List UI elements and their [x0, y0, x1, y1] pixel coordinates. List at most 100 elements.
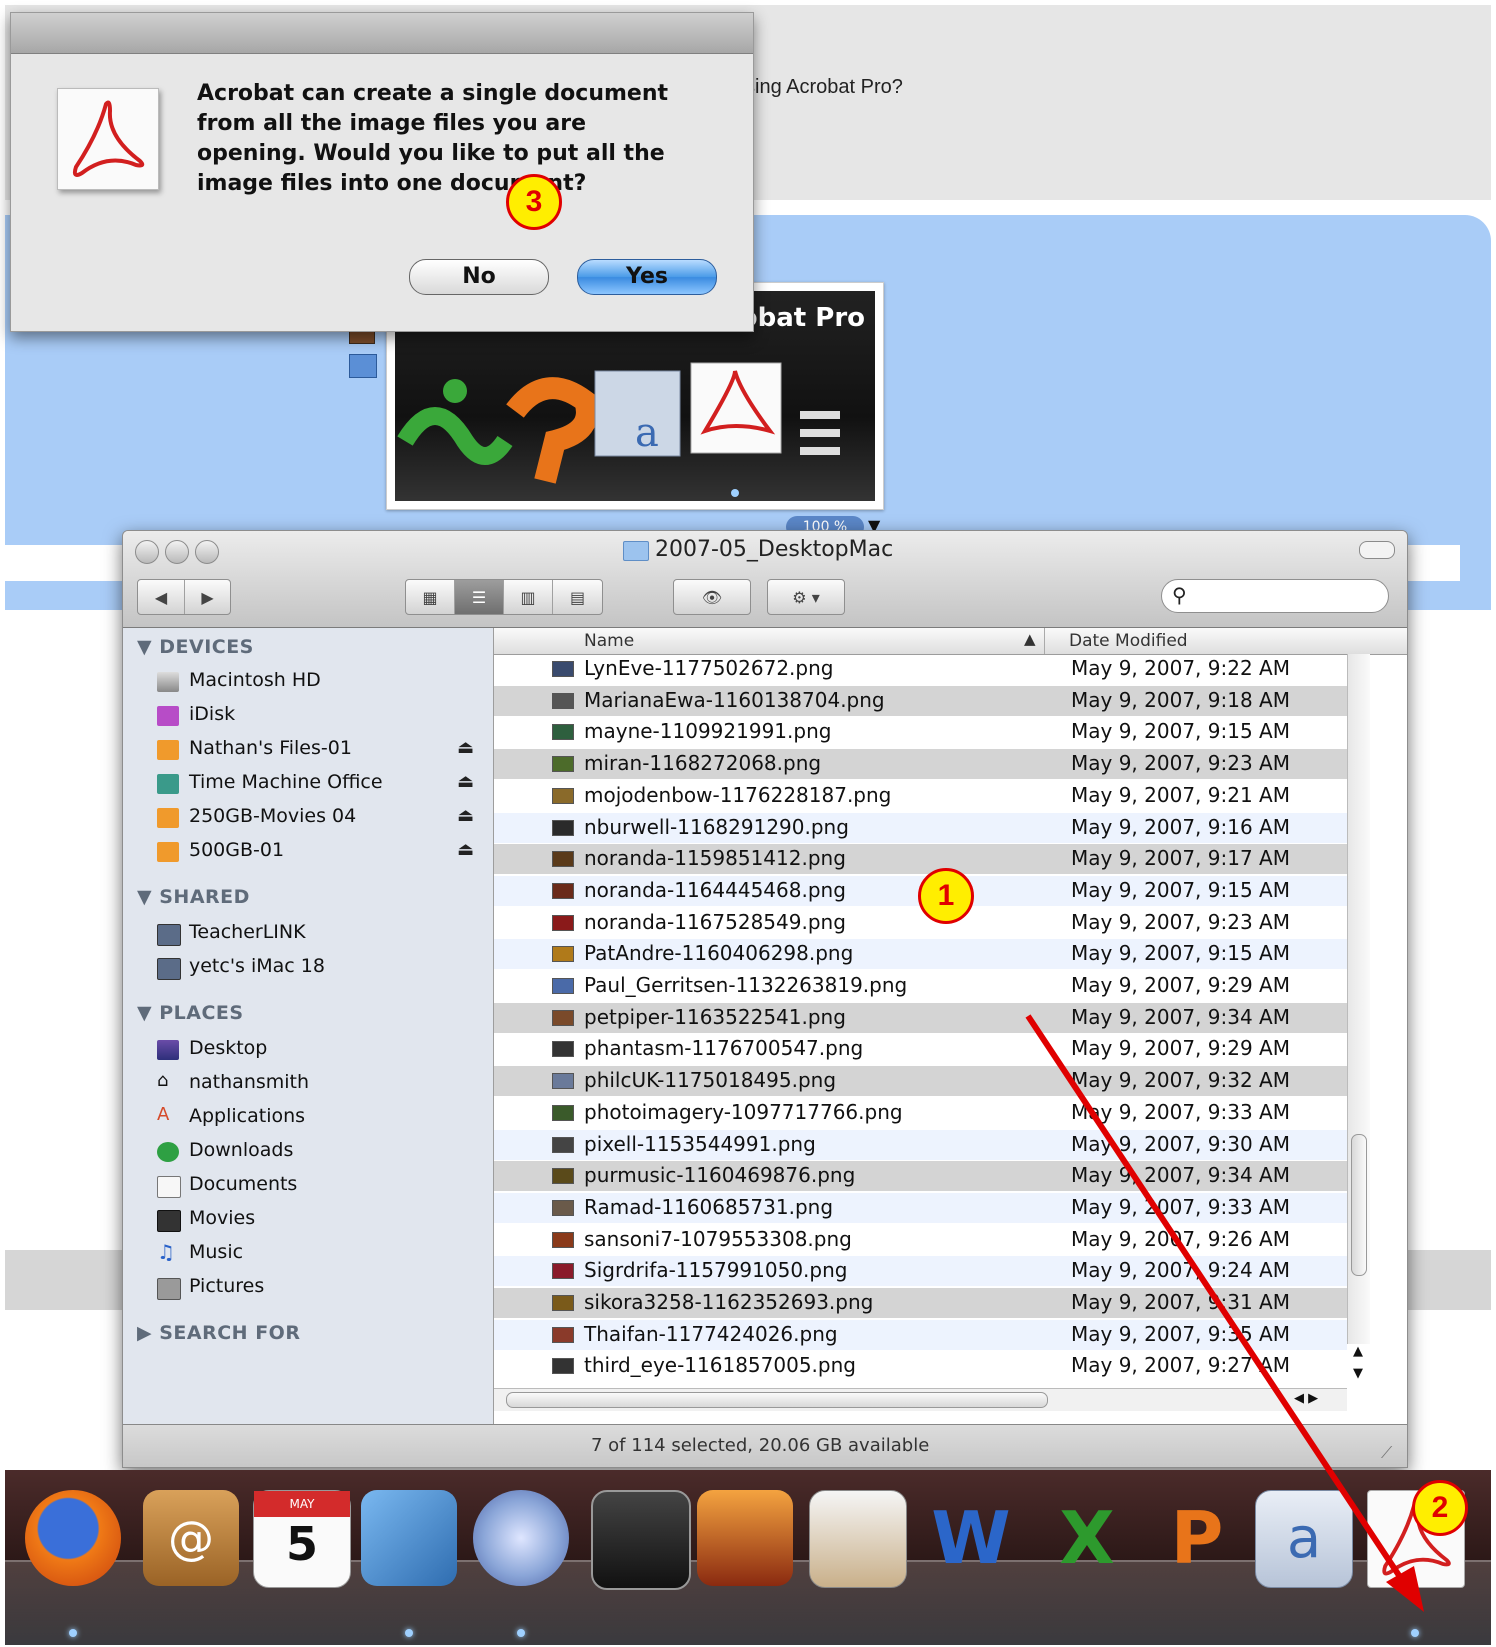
cover-flow-icon[interactable]: ▤ — [553, 580, 602, 614]
entourage-icon[interactable]: a — [1255, 1490, 1353, 1588]
acrobat-combine-dialog: Acrobat can create a single document fro… — [10, 12, 754, 332]
table-row[interactable]: MarianaEwa-1160138704.png May 9, 2007, 9:… — [494, 685, 1347, 716]
dialog-titlebar[interactable] — [11, 13, 753, 54]
horizontal-scroll-arrows-icon[interactable]: ◀ ▶ — [1294, 1391, 1318, 1406]
horizontal-scroll-thumb[interactable] — [506, 1392, 1048, 1408]
firefox-icon[interactable] — [25, 1490, 121, 1586]
table-row[interactable]: Thaifan-1177424026.png May 9, 2007, 9:35 … — [494, 1319, 1347, 1350]
table-row[interactable]: noranda-1159851412.png May 9, 2007, 9:17 … — [494, 844, 1347, 875]
close-window-button[interactable] — [135, 540, 159, 564]
vertical-scrollbar[interactable] — [1347, 654, 1370, 1344]
table-row[interactable]: third_eye-1161857005.png May 9, 2007, 9:2… — [494, 1351, 1347, 1381]
sidebar-header-shared[interactable]: ▼ SHARED — [137, 886, 250, 908]
png-file-icon — [552, 1009, 574, 1026]
embedded-dock-icons: a — [397, 362, 840, 497]
folder-open-icon[interactable] — [349, 354, 377, 378]
iphoto-icon[interactable] — [361, 1490, 457, 1586]
sidebar-item-500gb[interactable]: 500GB-01 ⏏ — [157, 838, 477, 868]
yes-button[interactable]: Yes — [577, 259, 717, 295]
file-date-modified: May 9, 2007, 9:34 AM — [1071, 1004, 1290, 1029]
list-view-icon[interactable]: ☰ — [455, 580, 504, 614]
table-row[interactable]: philcUK-1175018495.png May 9, 2007, 9:32 … — [494, 1066, 1347, 1097]
powerpoint-icon[interactable]: P — [1149, 1490, 1245, 1586]
table-row[interactable]: mayne-1109921991.png May 9, 2007, 9:15 AM — [494, 717, 1347, 747]
table-row[interactable]: Sigrdrifa-1157991050.png May 9, 2007, 9:2… — [494, 1256, 1347, 1287]
forward-arrow-icon[interactable]: ▶ — [185, 580, 230, 614]
table-row[interactable]: photoimagery-1097717766.png May 9, 2007, … — [494, 1098, 1347, 1128]
table-row[interactable]: LynEve-1177502672.png May 9, 2007, 9:22 A… — [494, 654, 1347, 684]
table-row[interactable]: Ramad-1160685731.png May 9, 2007, 9:33 AM — [494, 1192, 1347, 1223]
imovie-icon[interactable] — [591, 1490, 691, 1590]
table-row[interactable]: petpiper-1163522541.png May 9, 2007, 9:34… — [494, 1002, 1347, 1033]
eject-icon[interactable]: ⏏ — [457, 839, 474, 860]
table-row[interactable]: PatAndre-1160406298.png May 9, 2007, 9:15… — [494, 939, 1347, 970]
sidebar-header-devices[interactable]: ▼ DEVICES — [137, 636, 254, 658]
sidebar-item-idisk[interactable]: iDisk — [157, 702, 477, 732]
ical-month: MAY — [254, 1491, 350, 1517]
sidebar-item-time-machine[interactable]: Time Machine Office ⏏ — [157, 770, 477, 800]
png-file-icon — [552, 819, 574, 836]
sidebar-header-places[interactable]: ▼ PLACES — [137, 1002, 244, 1024]
eject-icon[interactable]: ⏏ — [457, 771, 474, 792]
iweb-icon[interactable] — [809, 1490, 907, 1588]
table-row[interactable]: miran-1168272068.png May 9, 2007, 9:23 AM — [494, 749, 1347, 780]
sidebar-item-home[interactable]: ⌂ nathansmith — [157, 1070, 477, 1100]
quick-look-button[interactable]: 👁 — [673, 579, 751, 615]
column-header-name[interactable]: Name — [584, 631, 634, 651]
table-row[interactable]: Paul_Gerritsen-1132263819.png May 9, 2007… — [494, 971, 1347, 1001]
table-row[interactable]: pixell-1153544991.png May 9, 2007, 9:30 A… — [494, 1129, 1347, 1160]
toolbar-toggle-button[interactable] — [1359, 541, 1395, 559]
excel-icon[interactable]: X — [1039, 1490, 1135, 1586]
image-capture-icon[interactable] — [697, 1490, 793, 1586]
sidebar-item-teacherlink[interactable]: TeacherLINK — [157, 920, 477, 950]
sidebar-item-macintosh-hd[interactable]: Macintosh HD — [157, 668, 477, 698]
word-icon[interactable]: W — [923, 1490, 1019, 1586]
address-book-icon[interactable]: @ — [143, 1490, 239, 1586]
icon-view-icon[interactable]: ▦ — [406, 580, 455, 614]
sidebar-header-search-for[interactable]: ▶ SEARCH FOR — [137, 1322, 300, 1344]
scroll-down-arrow-icon[interactable]: ▼ — [1347, 1366, 1369, 1386]
table-row[interactable]: purmusic-1160469876.png May 9, 2007, 9:34… — [494, 1161, 1347, 1192]
sidebar-item-applications[interactable]: A Applications — [157, 1104, 477, 1134]
eject-icon[interactable]: ⏏ — [457, 737, 474, 758]
sidebar-item-yetc-imac[interactable]: yetc's iMac 18 — [157, 954, 477, 984]
sidebar-item-desktop[interactable]: Desktop — [157, 1036, 477, 1066]
horizontal-scrollbar[interactable]: ◀ ▶ — [494, 1388, 1347, 1411]
hard-drive-icon — [157, 672, 179, 692]
vertical-scroll-thumb[interactable] — [1351, 1134, 1367, 1276]
resize-grip-icon[interactable]: ⟋ — [1381, 1443, 1392, 1463]
zoom-window-button[interactable] — [195, 540, 219, 564]
table-row[interactable]: sansoni7-1079553308.png May 9, 2007, 9:26… — [494, 1225, 1347, 1255]
minimize-window-button[interactable] — [165, 540, 189, 564]
search-input[interactable]: ⚲ — [1161, 579, 1389, 613]
table-row[interactable]: noranda-1167528549.png May 9, 2007, 9:23 … — [494, 908, 1347, 938]
table-row[interactable]: phantasm-1176700547.png May 9, 2007, 9:29… — [494, 1034, 1347, 1064]
table-row[interactable]: sikora3258-1162352693.png May 9, 2007, 9:… — [494, 1288, 1347, 1318]
png-file-icon — [552, 1358, 574, 1375]
table-row[interactable]: nburwell-1168291290.png May 9, 2007, 9:16… — [494, 812, 1347, 843]
itunes-icon[interactable] — [473, 1490, 569, 1586]
ical-icon[interactable]: MAY 5 — [253, 1490, 351, 1588]
png-file-icon — [552, 1263, 574, 1280]
sidebar-item-music[interactable]: ♫ Music — [157, 1240, 477, 1270]
sidebar-item-nathans-files[interactable]: Nathan's Files-01 ⏏ — [157, 736, 477, 766]
file-name: photoimagery-1097717766.png — [584, 1099, 903, 1124]
column-view-icon[interactable]: ▥ — [504, 580, 553, 614]
sidebar-item-documents[interactable]: Documents — [157, 1172, 477, 1202]
sidebar-item-movies[interactable]: Movies — [157, 1206, 477, 1236]
column-header-date-modified[interactable]: Date Modified — [1069, 631, 1188, 651]
eject-icon[interactable]: ⏏ — [457, 805, 474, 826]
table-row[interactable]: mojodenbow-1176228187.png May 9, 2007, 9:… — [494, 781, 1347, 811]
sort-ascending-icon[interactable]: ▲ — [1024, 630, 1036, 648]
sidebar-item-pictures[interactable]: Pictures — [157, 1274, 477, 1304]
file-name: petpiper-1163522541.png — [584, 1004, 846, 1029]
action-menu-button[interactable]: ⚙ ▾ — [767, 579, 845, 615]
idisk-icon — [157, 706, 179, 726]
scroll-up-arrow-icon[interactable]: ▲ — [1347, 1344, 1369, 1364]
no-button[interactable]: No — [409, 259, 549, 295]
sidebar-item-250gb-movies[interactable]: 250GB-Movies 04 ⏏ — [157, 804, 477, 834]
annotation-badge-1: 1 — [918, 868, 974, 924]
sidebar-item-downloads[interactable]: Downloads — [157, 1138, 477, 1168]
column-divider[interactable] — [1044, 628, 1045, 654]
back-arrow-icon[interactable]: ◀ — [138, 580, 185, 614]
